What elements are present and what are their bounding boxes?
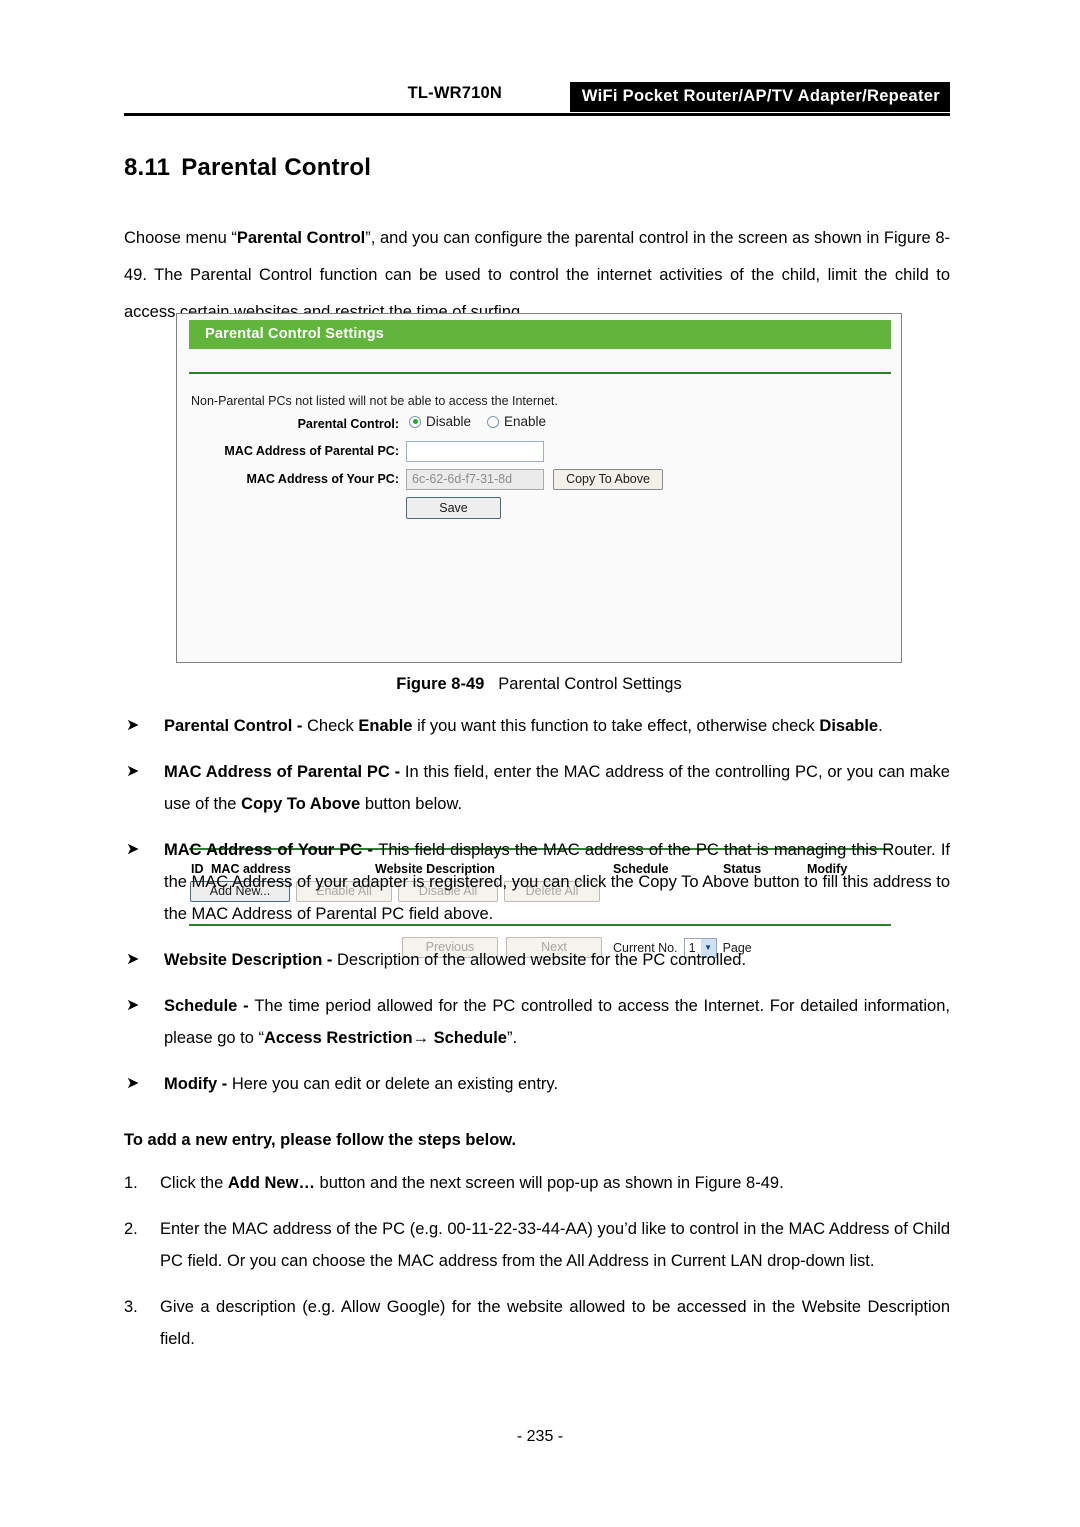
list-item-text: MAC Address of Parental PC - In this fie… <box>164 763 950 813</box>
list-item: ➤ Schedule - The time period allowed for … <box>124 990 950 1054</box>
radio-unselected-icon[interactable] <box>487 415 500 428</box>
text-run-3: if you want this function to take effect… <box>412 717 820 735</box>
label-parental-control: Parental Control: <box>297 417 399 431</box>
device-model: TL-WR710N <box>407 84 502 102</box>
parental-control-radio-group[interactable]: Disable Enable <box>409 414 546 429</box>
steps-heading: To add a new entry, please follow the st… <box>124 1131 517 1149</box>
text-run-0: Modify - <box>164 1075 232 1093</box>
mac-address-your-pc-input: 6c-62-6d-f7-31-8d <box>406 469 544 490</box>
product-name-banner: WiFi Pocket Router/AP/TV Adapter/Repeate… <box>569 82 950 112</box>
text-run-2: Access Restriction→ Schedule <box>263 1029 507 1047</box>
figure-caption: Figure 8-49 Parental Control Settings <box>176 675 902 694</box>
list-item: 2. Enter the MAC address of the PC (e.g. … <box>124 1213 950 1277</box>
radio-option-disable[interactable]: Disable <box>409 414 471 429</box>
list-item: ➤ Website Description - Description of th… <box>124 944 950 976</box>
figure-parental-control-settings: Parental Control Settings Non-Parental P… <box>176 313 902 958</box>
text-run-1: Description of the allowed website for t… <box>336 951 747 969</box>
label-mac-address-parental-pc: MAC Address of Parental PC: <box>224 444 399 458</box>
radio-label-disable: Disable <box>426 414 472 429</box>
list-item-text: Parental Control - Check Enable if you w… <box>164 717 883 735</box>
section-number: 8.11 <box>124 154 171 182</box>
text-run-0: MAC Address of Your PC - <box>164 841 379 859</box>
intro-part1: Choose menu “ <box>124 228 237 247</box>
radio-label-enable: Enable <box>504 414 547 429</box>
text-run-0: MAC Address of Parental PC - <box>164 763 405 781</box>
label-mac-address-your-pc: MAC Address of Your PC: <box>246 472 399 486</box>
steps-list: 1. Click the Add New… button and the next… <box>124 1167 950 1369</box>
ui-note-text: Non-Parental PCs not listed will not be … <box>191 394 558 408</box>
step-text: Enter the MAC address of the PC (e.g. 00… <box>160 1220 950 1270</box>
text-run-0: Parental Control - <box>164 717 308 735</box>
step-text: Give a description (e.g. Allow Google) f… <box>160 1298 950 1348</box>
text-run-0: Schedule - <box>164 997 255 1015</box>
step-number: 1. <box>124 1174 138 1192</box>
figure-caption-label: Figure 8-49 <box>396 675 485 693</box>
list-item-text: Modify - Here you can edit or delete an … <box>164 1075 558 1093</box>
list-item: ➤ MAC Address of Your PC - This field dis… <box>124 834 950 930</box>
bullet-arrow-icon: ➤ <box>126 997 140 1014</box>
text-run-5: . <box>878 717 883 735</box>
text-run-0: Website Description - <box>164 951 337 969</box>
text-run-3: button below. <box>360 795 463 813</box>
bullet-arrow-icon: ➤ <box>126 841 140 858</box>
list-item: ➤ Modify - Here you can edit or delete an… <box>124 1068 950 1100</box>
intro-bold-menu: Parental Control <box>236 228 366 247</box>
text-run-0: Enter the MAC address of the PC (e.g. 00… <box>160 1220 950 1270</box>
text-run-3: ”. <box>507 1029 518 1047</box>
running-header: TL-WR710N WiFi Pocket Router/AP/TV Adapt… <box>124 82 950 112</box>
text-run-2: button and the next screen will pop-up a… <box>314 1174 784 1192</box>
copy-to-above-button[interactable]: Copy To Above <box>553 469 663 490</box>
save-button[interactable]: Save <box>406 497 501 519</box>
header-divider <box>124 113 950 116</box>
text-run-2: Enable <box>358 717 413 735</box>
parameter-description-list: ➤ Parental Control - Check Enable if you … <box>124 710 950 1114</box>
text-run-0: Give a description (e.g. Allow Google) f… <box>160 1298 950 1348</box>
section-title: Parental Control <box>181 154 372 182</box>
list-item: ➤ Parental Control - Check Enable if you … <box>124 710 950 742</box>
page-number-footer: - 235 - <box>516 1428 564 1445</box>
list-item-text: Schedule - The time period allowed for t… <box>164 997 950 1047</box>
text-run-1: Add New… <box>227 1174 315 1192</box>
step-number: 3. <box>124 1298 138 1316</box>
text-run-1: Check <box>307 717 359 735</box>
text-run-4: Disable <box>819 717 879 735</box>
list-item: 3. Give a description (e.g. Allow Google)… <box>124 1291 950 1355</box>
bullet-arrow-icon: ➤ <box>126 717 140 734</box>
bullet-arrow-icon: ➤ <box>126 763 140 780</box>
radio-selected-icon[interactable] <box>409 415 421 428</box>
text-run-0: Click the <box>160 1174 228 1192</box>
step-number: 2. <box>124 1220 138 1238</box>
text-run-1: Here you can edit or delete an existing … <box>231 1075 559 1093</box>
radio-option-enable[interactable]: Enable <box>487 414 546 429</box>
ui-divider-top <box>189 372 891 374</box>
list-item: ➤ MAC Address of Parental PC - In this fi… <box>124 756 950 820</box>
step-text: Click the Add New… button and the next s… <box>160 1174 784 1192</box>
bullet-arrow-icon: ➤ <box>126 1075 140 1092</box>
page-title: 8.11 Parental Control <box>124 154 371 182</box>
bullet-arrow-icon: ➤ <box>126 951 140 968</box>
text-run-2: Copy To Above <box>241 795 361 813</box>
mac-address-parental-pc-input[interactable] <box>406 441 544 462</box>
list-item-text: Website Description - Description of the… <box>164 951 746 969</box>
ui-panel-title: Parental Control Settings <box>189 320 891 349</box>
list-item-text: MAC Address of Your PC - This field disp… <box>164 841 950 923</box>
list-item: 1. Click the Add New… button and the next… <box>124 1167 950 1199</box>
figure-caption-text: Parental Control Settings <box>498 675 682 693</box>
